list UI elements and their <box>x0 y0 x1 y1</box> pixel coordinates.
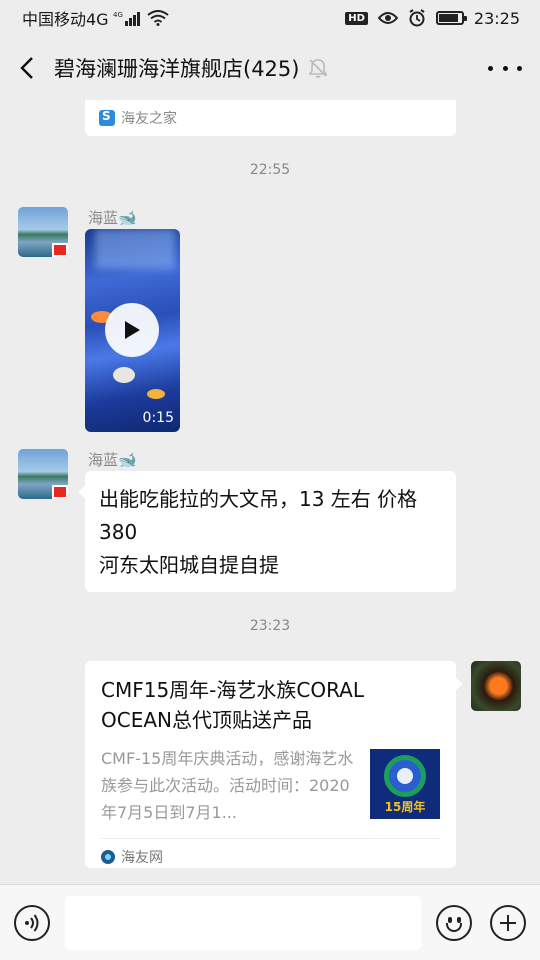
svg-text:4G: 4G <box>113 11 123 19</box>
previous-link-card-footer[interactable]: 海友之家 <box>85 100 456 136</box>
back-button[interactable] <box>0 36 54 100</box>
source-logo-icon <box>99 109 115 126</box>
link-card-title: CMF15周年-海艺水族CORAL OCEAN总代顶贴送产品 <box>101 678 365 732</box>
carrier-label: 中国移动4G <box>22 10 109 29</box>
voice-icon <box>25 914 39 932</box>
source-logo-icon <box>101 850 115 864</box>
chat-title[interactable]: 碧海澜珊海洋旗舰店(425) <box>54 53 299 83</box>
mute-icon <box>308 59 328 78</box>
thumbnail-caption: 15周年 <box>384 800 426 814</box>
battery-icon <box>435 11 467 25</box>
eye-icon <box>377 12 398 24</box>
play-icon <box>125 321 140 339</box>
more-icon <box>488 65 493 71</box>
plus-button[interactable] <box>490 905 526 941</box>
alarm-icon <box>409 9 425 27</box>
message-input[interactable] <box>65 896 421 950</box>
link-card-thumbnail: 15周年 <box>370 749 440 819</box>
video-duration: 0:15 <box>142 410 174 426</box>
wifi-icon <box>146 10 169 26</box>
sender-name: 海蓝🐋 <box>88 451 137 469</box>
message-text: 出能吃能拉的大文吊，13 左右 价格 380 河东太阳城自提自提 <box>99 487 418 577</box>
previous-card-source: 海友之家 <box>121 111 177 127</box>
link-card-source: 海友网 <box>121 850 163 866</box>
timestamp: 22:55 <box>249 162 291 178</box>
sender-name: 海蓝🐋 <box>88 209 137 227</box>
avatar[interactable] <box>18 207 68 257</box>
link-card-message[interactable]: CMF15周年-海艺水族CORAL OCEAN总代顶贴送产品 CMF-15周年庆… <box>85 661 463 868</box>
chat-area[interactable]: 海友之家 22:55 海蓝🐋 0:15 海蓝🐋 出能吃能拉的大文吊，13 左右 … <box>0 100 540 884</box>
status-bar: 中国移动4G 4G HD 23:25 <box>0 0 540 36</box>
emoji-button[interactable] <box>436 905 472 941</box>
chat-header: 碧海澜珊海洋旗舰店(425) <box>0 36 540 100</box>
avatar[interactable] <box>18 449 68 499</box>
video-message[interactable]: 0:15 <box>85 229 180 432</box>
timestamp: 23:23 <box>249 618 291 634</box>
voice-button[interactable] <box>14 905 50 941</box>
play-button[interactable] <box>105 303 159 357</box>
signal-icon: 4G <box>113 11 140 26</box>
back-icon <box>20 57 33 79</box>
more-button[interactable] <box>488 54 522 82</box>
self-avatar[interactable] <box>471 661 521 711</box>
link-card-description: CMF-15周年庆典活动，感谢海艺水族参与此次活动。活动时间：2020年7月5日… <box>101 749 354 822</box>
input-bar <box>0 884 540 960</box>
clock: 23:25 <box>473 8 520 28</box>
hd-badge: HD <box>345 11 368 25</box>
text-message-bubble[interactable]: 出能吃能拉的大文吊，13 左右 价格 380 河东太阳城自提自提 <box>78 471 456 592</box>
